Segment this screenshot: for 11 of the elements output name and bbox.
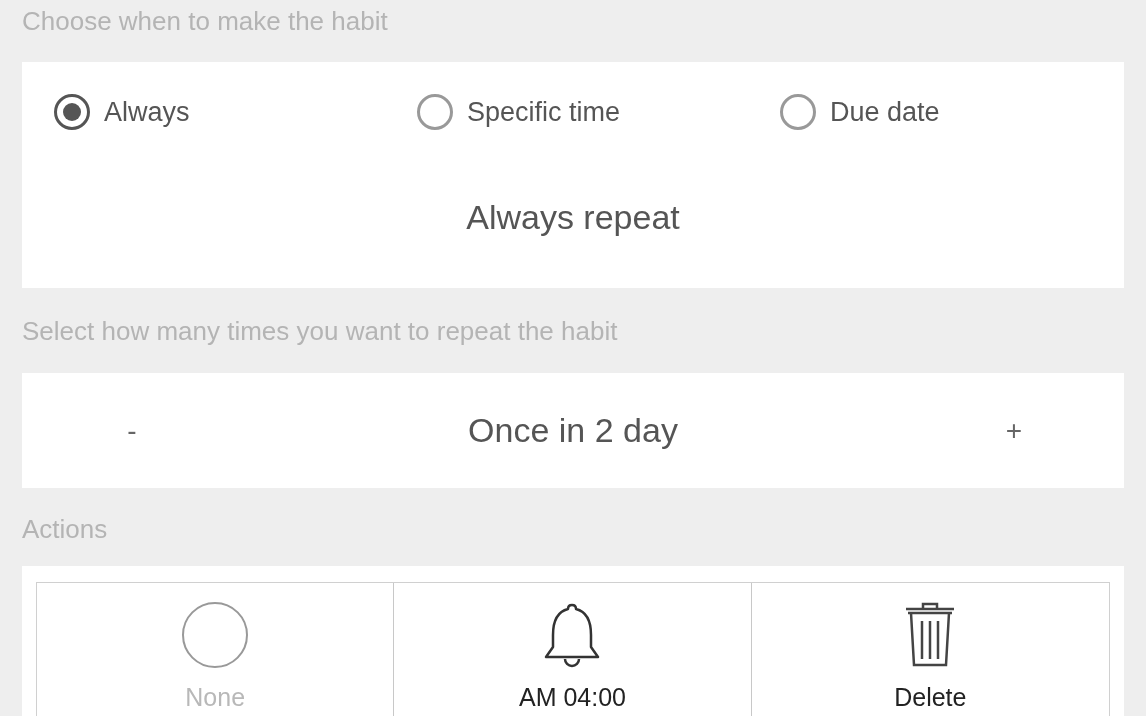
increment-button[interactable]: +	[999, 414, 1029, 447]
circle-icon	[181, 601, 250, 669]
schedule-summary: Always repeat	[465, 198, 681, 237]
radio-option[interactable]: Always	[54, 94, 417, 130]
section-label: Select how many times you want to repeat the habit	[22, 316, 618, 347]
section-label: Choose when to make the habit	[22, 6, 388, 37]
radio-option[interactable]: Specific time	[417, 94, 780, 130]
decrement-button[interactable]: -	[121, 414, 143, 447]
section-label: Actions	[22, 514, 108, 545]
repeat-value: Once in 2 day	[467, 411, 679, 450]
radio-option[interactable]: Due date	[780, 94, 1124, 130]
